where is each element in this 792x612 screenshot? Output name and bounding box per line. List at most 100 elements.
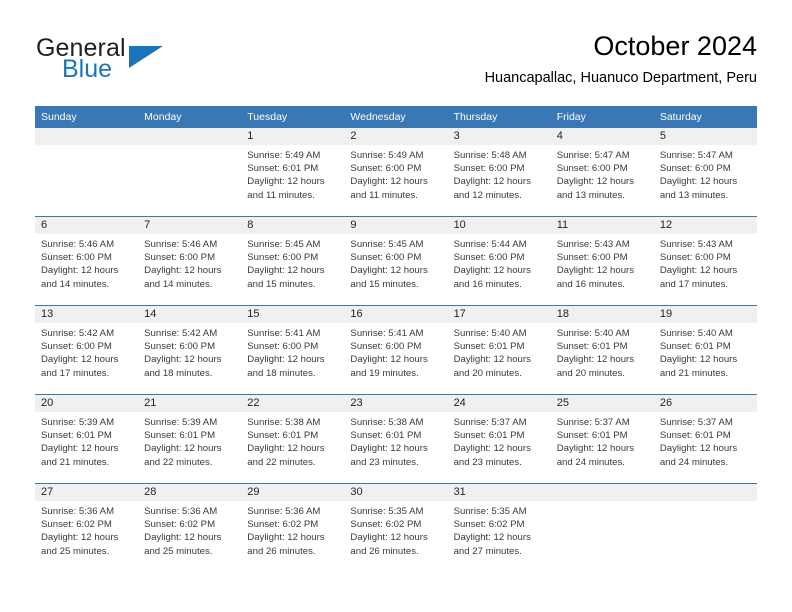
sunrise-text: Sunrise: 5:36 AM: [41, 506, 115, 517]
calendar-day-cell[interactable]: 14 Sunrise: 5:42 AM Sunset: 6:00 PM Dayligh…: [138, 305, 242, 395]
sunset-text: Sunset: 6:00 PM: [453, 163, 525, 175]
calendar-day-cell[interactable]: 5 Sunrise: 5:47 AM Sunset: 6:00 PM Daylight…: [653, 127, 757, 217]
calendar-day-cell[interactable]: 9 Sunrise: 5:45 AM Sunset: 6:00 PM Daylight…: [344, 216, 448, 306]
day-details: Sunrise: 5:40 AM Sunset: 6:01 PM Daylight:…: [654, 323, 757, 380]
day-details: Sunrise: 5:48 AM Sunset: 6:00 PM Daylight:…: [448, 145, 551, 202]
sunrise-text: Sunrise: 5:37 AM: [453, 417, 527, 428]
day-details: Sunrise: 5:38 AM Sunset: 6:01 PM Daylight:…: [344, 412, 447, 469]
daylight-text-line2: and 13 minutes.: [556, 189, 625, 201]
calendar-day-cell[interactable]: 1 Sunrise: 5:49 AM Sunset: 6:01 PM Daylight…: [241, 127, 345, 217]
daylight-text-line2: and 22 minutes.: [247, 456, 316, 468]
day-details: Sunrise: 5:37 AM Sunset: 6:01 PM Daylight:…: [448, 412, 551, 469]
calendar-day-cell[interactable]: 20 Sunrise: 5:39 AM Sunset: 6:01 PM Dayligh…: [35, 394, 139, 484]
calendar-week-row: 1 Sunrise: 5:49 AM Sunset: 6:01 PM Daylight…: [35, 127, 757, 217]
day-details: Sunrise: 5:43 AM Sunset: 6:00 PM Daylight:…: [551, 234, 654, 291]
sunrise-text: Sunrise: 5:35 AM: [453, 506, 527, 517]
day-number: 3: [447, 128, 551, 145]
calendar-day-cell[interactable]: 18 Sunrise: 5:40 AM Sunset: 6:01 PM Dayligh…: [550, 305, 654, 395]
calendar-day-cell[interactable]: 10 Sunrise: 5:44 AM Sunset: 6:00 PM Dayligh…: [447, 216, 551, 306]
sunset-text: Sunset: 6:00 PM: [144, 252, 216, 264]
calendar-day-cell[interactable]: 4 Sunrise: 5:47 AM Sunset: 6:00 PM Daylight…: [550, 127, 654, 217]
daylight-text-line1: Daylight: 12 hours: [350, 176, 428, 188]
calendar-day-cell[interactable]: 31 Sunrise: 5:35 AM Sunset: 6:02 PM Dayligh…: [447, 483, 551, 572]
calendar-page: General Blue October 2024 Huancapallac, …: [0, 0, 792, 612]
calendar-day-cell[interactable]: 15 Sunrise: 5:41 AM Sunset: 6:00 PM Dayligh…: [241, 305, 345, 395]
sunset-text: Sunset: 6:01 PM: [659, 341, 731, 353]
daylight-text-line1: Daylight: 12 hours: [453, 354, 531, 366]
calendar-day-cell[interactable]: 25 Sunrise: 5:37 AM Sunset: 6:01 PM Dayligh…: [550, 394, 654, 484]
daylight-text-line1: Daylight: 12 hours: [144, 443, 222, 455]
day-details: Sunrise: 5:39 AM Sunset: 6:01 PM Daylight:…: [35, 412, 138, 469]
sunset-text: Sunset: 6:02 PM: [41, 519, 112, 531]
calendar-day-cell[interactable]: 3 Sunrise: 5:48 AM Sunset: 6:00 PM Daylight…: [447, 127, 551, 217]
sunrise-text: Sunrise: 5:48 AM: [453, 150, 527, 161]
daylight-text-line2: and 11 minutes.: [350, 189, 418, 201]
calendar-day-cell[interactable]: 26 Sunrise: 5:37 AM Sunset: 6:01 PM Dayligh…: [653, 394, 757, 484]
sunset-text: Sunset: 6:01 PM: [453, 430, 525, 442]
sunrise-text: Sunrise: 5:41 AM: [247, 328, 321, 339]
calendar-day-cell[interactable]: 17 Sunrise: 5:40 AM Sunset: 6:01 PM Dayligh…: [447, 305, 551, 395]
sunrise-text: Sunrise: 5:40 AM: [659, 328, 733, 339]
sunrise-text: Sunrise: 5:45 AM: [247, 239, 321, 250]
weekday-header-monday: Monday: [138, 106, 242, 128]
sunset-text: Sunset: 6:01 PM: [453, 341, 525, 353]
calendar-day-cell[interactable]: 12 Sunrise: 5:43 AM Sunset: 6:00 PM Dayligh…: [653, 216, 757, 306]
sunset-text: Sunset: 6:01 PM: [556, 341, 628, 353]
day-details: Sunrise: 5:40 AM Sunset: 6:01 PM Daylight:…: [448, 323, 551, 380]
calendar-day-cell[interactable]: 23 Sunrise: 5:38 AM Sunset: 6:01 PM Dayligh…: [344, 394, 448, 484]
calendar-day-cell[interactable]: 21 Sunrise: 5:39 AM Sunset: 6:01 PM Dayligh…: [138, 394, 242, 484]
page-header: General Blue October 2024 Huancapallac, …: [0, 0, 792, 100]
sunrise-text: Sunrise: 5:45 AM: [350, 239, 424, 250]
day-number: 25: [550, 395, 654, 412]
calendar-day-cell[interactable]: 8 Sunrise: 5:45 AM Sunset: 6:00 PM Daylight…: [241, 216, 345, 306]
weekday-header-saturday: Saturday: [653, 106, 757, 128]
day-number: 1: [241, 128, 345, 145]
day-details: Sunrise: 5:43 AM Sunset: 6:00 PM Daylight:…: [654, 234, 757, 291]
calendar-day-cell[interactable]: 19 Sunrise: 5:40 AM Sunset: 6:01 PM Dayligh…: [653, 305, 757, 395]
calendar-day-cell[interactable]: 27 Sunrise: 5:36 AM Sunset: 6:02 PM Dayligh…: [35, 483, 139, 572]
day-number: [653, 484, 757, 501]
day-number: 9: [344, 217, 448, 234]
day-details: Sunrise: 5:45 AM Sunset: 6:00 PM Daylight:…: [241, 234, 344, 291]
day-number: 26: [653, 395, 757, 412]
day-details: Sunrise: 5:36 AM Sunset: 6:02 PM Daylight:…: [35, 501, 138, 558]
day-number: 23: [344, 395, 448, 412]
calendar-day-cell[interactable]: 6 Sunrise: 5:46 AM Sunset: 6:00 PM Daylight…: [35, 216, 139, 306]
day-number: 15: [241, 306, 345, 323]
day-number: 31: [447, 484, 551, 501]
calendar-day-cell[interactable]: 16 Sunrise: 5:41 AM Sunset: 6:00 PM Dayligh…: [344, 305, 448, 395]
day-number: 19: [653, 306, 757, 323]
daylight-text-line1: Daylight: 12 hours: [144, 265, 222, 277]
brand-logo[interactable]: General Blue: [36, 34, 256, 90]
weekday-header-wednesday: Wednesday: [344, 106, 448, 128]
calendar-day-cell[interactable]: 30 Sunrise: 5:35 AM Sunset: 6:02 PM Dayligh…: [344, 483, 448, 572]
day-number: 28: [138, 484, 242, 501]
daylight-text-line1: Daylight: 12 hours: [247, 265, 325, 277]
calendar-day-cell[interactable]: 7 Sunrise: 5:46 AM Sunset: 6:00 PM Daylight…: [138, 216, 242, 306]
daylight-text-line2: and 15 minutes.: [247, 278, 316, 290]
sunset-text: Sunset: 6:02 PM: [350, 519, 422, 531]
sunrise-text: Sunrise: 5:44 AM: [453, 239, 527, 250]
weekday-header-sunday: Sunday: [35, 106, 139, 128]
calendar-day-cell[interactable]: 13 Sunrise: 5:42 AM Sunset: 6:00 PM Dayligh…: [35, 305, 139, 395]
sunset-text: Sunset: 6:00 PM: [350, 341, 422, 353]
sunrise-text: Sunrise: 5:38 AM: [350, 417, 424, 428]
day-details: Sunrise: 5:36 AM Sunset: 6:02 PM Daylight:…: [138, 501, 241, 558]
daylight-text-line2: and 23 minutes.: [453, 456, 522, 468]
sunset-text: Sunset: 6:02 PM: [144, 519, 216, 531]
calendar-day-cell[interactable]: 29 Sunrise: 5:36 AM Sunset: 6:02 PM Dayligh…: [241, 483, 345, 572]
day-number: 14: [138, 306, 242, 323]
calendar-day-cell[interactable]: 22 Sunrise: 5:38 AM Sunset: 6:01 PM Dayligh…: [241, 394, 345, 484]
daylight-text-line2: and 26 minutes.: [350, 545, 419, 557]
daylight-text-line1: Daylight: 12 hours: [659, 176, 738, 188]
calendar-day-cell[interactable]: 2 Sunrise: 5:49 AM Sunset: 6:00 PM Daylight…: [344, 127, 448, 217]
daylight-text-line1: Daylight: 12 hours: [453, 443, 531, 455]
calendar-week-row: 13 Sunrise: 5:42 AM Sunset: 6:00 PM Dayligh…: [35, 305, 757, 395]
calendar-day-cell-empty: [653, 483, 757, 572]
calendar-day-cell[interactable]: 28 Sunrise: 5:36 AM Sunset: 6:02 PM Dayligh…: [138, 483, 242, 572]
calendar-day-cell-empty: [35, 127, 139, 217]
calendar-day-cell[interactable]: 11 Sunrise: 5:43 AM Sunset: 6:00 PM Dayligh…: [550, 216, 654, 306]
calendar-day-cell[interactable]: 24 Sunrise: 5:37 AM Sunset: 6:01 PM Dayligh…: [447, 394, 551, 484]
daylight-text-line2: and 20 minutes.: [453, 367, 522, 379]
sunrise-text: Sunrise: 5:39 AM: [41, 417, 115, 428]
